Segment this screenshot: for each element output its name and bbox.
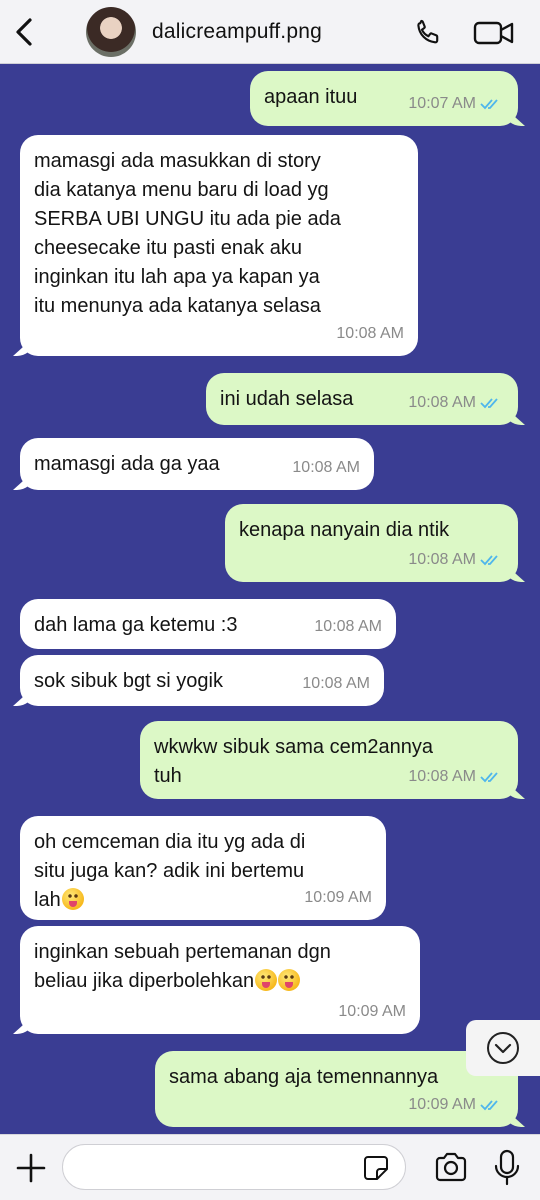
- message-text-line: situ juga kan? adik ini bertemu: [34, 860, 305, 882]
- sticker-button[interactable]: [362, 1154, 390, 1182]
- message-meta: 10:08 AM: [408, 545, 504, 574]
- message-time: 10:09 AM: [408, 1096, 476, 1113]
- attach-button[interactable]: [14, 1151, 48, 1185]
- composer-bar: [0, 1134, 540, 1200]
- message-time: 10:08 AM: [302, 675, 370, 692]
- double-check-read-icon: [480, 397, 498, 408]
- video-camera-icon: [473, 21, 514, 45]
- message-text-line: inginkan sebuah pertemanan dgn: [34, 941, 331, 963]
- message-bubble-outgoing[interactable]: sama abang aja temennannya 10:09 AM: [155, 1051, 518, 1127]
- message-time: 10:08 AM: [336, 325, 404, 342]
- double-check-read-icon: [480, 771, 498, 782]
- message-text-segment: lah: [34, 889, 61, 911]
- message-meta: 10:08 AM: [292, 453, 360, 482]
- message-text-line: mamasgi ada masukkan di story: [34, 150, 321, 172]
- video-call-button[interactable]: [472, 16, 516, 50]
- message-text-segment: beliau jika diperbolehkan: [34, 970, 255, 992]
- scroll-to-bottom-button[interactable]: [466, 1020, 540, 1076]
- message-bubble-incoming[interactable]: oh cemceman dia itu yg ada di situ juga …: [20, 816, 386, 920]
- message-time: 10:08 AM: [408, 394, 476, 411]
- camera-icon: [435, 1152, 467, 1182]
- message-text-line: inginkan itu lah apa ya kapan ya: [34, 266, 320, 288]
- message-meta: 10:09 AM: [338, 997, 406, 1026]
- message-text-line: wkwkw sibuk sama cem2annya: [154, 736, 433, 758]
- message-time: 10:09 AM: [338, 1003, 406, 1020]
- message-meta: 10:09 AM: [408, 1090, 504, 1119]
- message-time: 10:07 AM: [408, 95, 476, 112]
- message-meta: 10:08 AM: [314, 612, 382, 641]
- message-meta: 10:08 AM: [302, 669, 370, 698]
- message-bubble-incoming[interactable]: sok sibuk bgt si yogik 10:08 AM: [20, 655, 384, 706]
- double-check-read-icon: [480, 1099, 498, 1110]
- message-text-line: SERBA UBI UNGU itu ada pie ada: [34, 208, 341, 230]
- message-bubble-outgoing[interactable]: wkwkw sibuk sama cem2annya tuh 10:08 AM: [140, 721, 518, 799]
- message-text-line: itu menunya ada katanya selasa: [34, 295, 321, 317]
- voice-call-button[interactable]: [412, 16, 446, 50]
- message-text-line: beliau jika diperbolehkan: [34, 967, 406, 996]
- message-time: 10:09 AM: [304, 889, 372, 906]
- message-bubble-incoming[interactable]: mamasgi ada ga yaa 10:08 AM: [20, 438, 374, 490]
- back-button[interactable]: [8, 12, 44, 52]
- message-time: 10:08 AM: [314, 618, 382, 635]
- contact-name[interactable]: dalicreampuff.png: [152, 20, 322, 44]
- double-check-read-icon: [480, 98, 498, 109]
- message-meta: 10:08 AM: [408, 762, 504, 791]
- message-meta: 10:07 AM: [408, 89, 504, 118]
- message-text-line: dia katanya menu baru di load yg: [34, 179, 329, 201]
- message-meta: 10:08 AM: [408, 388, 504, 417]
- chevron-down-circle-icon: [487, 1032, 519, 1064]
- phone-icon: [417, 19, 439, 44]
- camera-button[interactable]: [433, 1151, 469, 1185]
- message-text: sama abang aja temennannya: [169, 1066, 439, 1088]
- tongue-out-emoji-icon: [61, 888, 84, 910]
- message-meta: 10:09 AM: [304, 883, 372, 912]
- message-bubble-incoming[interactable]: inginkan sebuah pertemanan dgn beliau ji…: [20, 926, 420, 1034]
- microphone-icon: [494, 1149, 520, 1186]
- message-text-line: cheesecake itu pasti enak aku: [34, 237, 302, 259]
- tongue-out-emoji-icon: [255, 969, 278, 991]
- message-text: kenapa nanyain dia ntik: [239, 519, 450, 541]
- message-bubble-outgoing[interactable]: apaan ituu 10:07 AM: [250, 71, 518, 126]
- message-bubble-outgoing[interactable]: ini udah selasa 10:08 AM: [206, 373, 518, 425]
- message-time: 10:08 AM: [292, 459, 360, 476]
- message-text-line: oh cemceman dia itu yg ada di: [34, 831, 306, 853]
- chat-header: dalicreampuff.png: [0, 0, 540, 64]
- tongue-out-emoji-icon: [278, 969, 301, 991]
- sticker-icon: [364, 1156, 388, 1180]
- plus-icon: [16, 1153, 46, 1183]
- message-time: 10:08 AM: [408, 768, 476, 785]
- voice-message-button[interactable]: [492, 1149, 522, 1187]
- chevron-left-icon: [16, 18, 32, 46]
- double-check-read-icon: [480, 554, 498, 565]
- message-bubble-incoming[interactable]: mamasgi ada masukkan di story dia katany…: [20, 135, 418, 356]
- message-bubble-incoming[interactable]: dah lama ga ketemu :3 10:08 AM: [20, 599, 396, 649]
- message-list[interactable]: apaan ituu 10:07 AM mamasgi ada masukkan…: [0, 64, 540, 1134]
- avatar[interactable]: [86, 7, 136, 57]
- message-bubble-outgoing[interactable]: kenapa nanyain dia ntik 10:08 AM: [225, 504, 518, 582]
- message-time: 10:08 AM: [408, 551, 476, 568]
- message-input[interactable]: [62, 1144, 406, 1190]
- message-meta: 10:08 AM: [336, 319, 404, 348]
